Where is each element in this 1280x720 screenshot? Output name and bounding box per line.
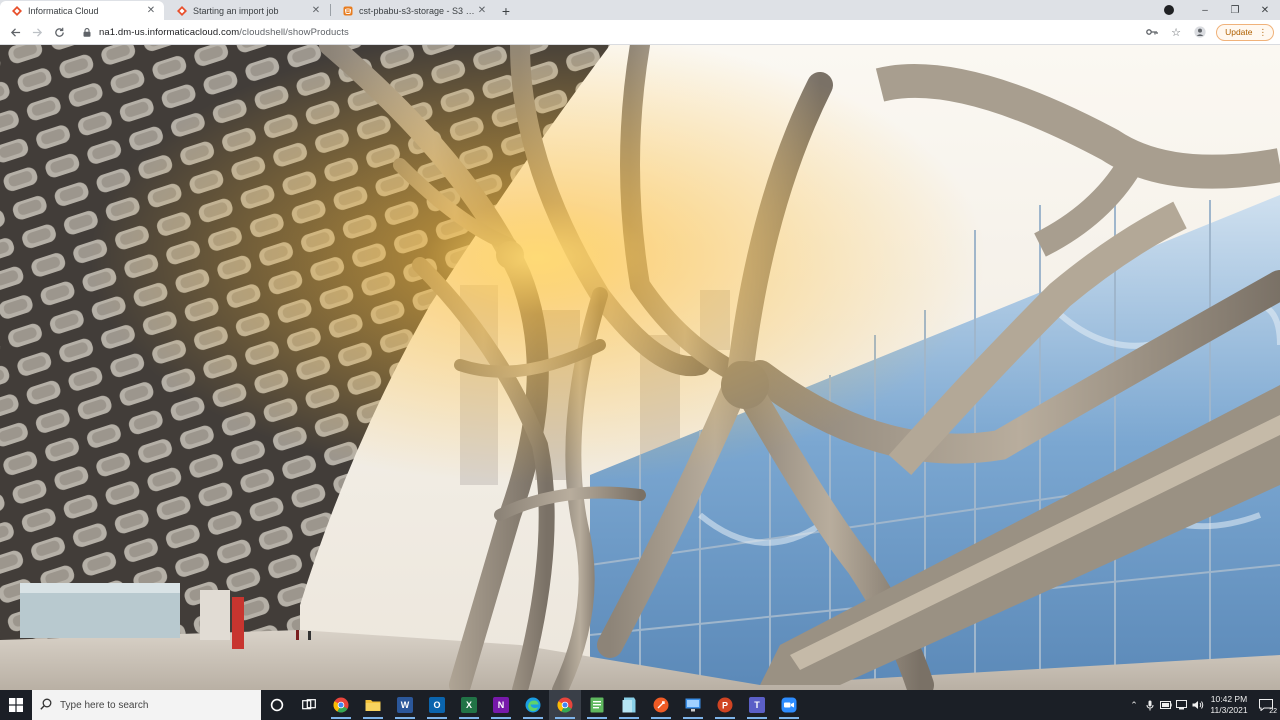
search-icon bbox=[40, 698, 52, 713]
aws-s3-icon bbox=[343, 6, 353, 16]
taskbar-clock[interactable]: 10:42 PM 11/3/2021 bbox=[1206, 694, 1252, 716]
tab-title: Starting an import job bbox=[193, 5, 279, 16]
architecture-photo bbox=[0, 45, 1280, 690]
tab-search-icon[interactable] bbox=[1164, 5, 1174, 15]
close-window-icon[interactable]: ✕ bbox=[1250, 0, 1280, 20]
lock-icon[interactable] bbox=[82, 27, 91, 37]
notepad-icon[interactable] bbox=[581, 690, 613, 720]
toolbar-actions: ☆ Update ⋮ bbox=[1140, 21, 1280, 43]
tab-starting-import-job[interactable]: Starting an import job ✕ bbox=[165, 1, 329, 20]
word-icon[interactable]: W bbox=[389, 690, 421, 720]
taskbar-search-box[interactable]: Type here to search bbox=[32, 690, 261, 720]
reload-icon[interactable] bbox=[48, 21, 70, 43]
powerpoint-icon[interactable]: P bbox=[709, 690, 741, 720]
close-tab-icon[interactable]: ✕ bbox=[146, 5, 156, 16]
chrome-icon[interactable] bbox=[549, 690, 581, 720]
url-path: /cloudshell/showProducts bbox=[239, 26, 349, 38]
tab-title: Informatica Cloud bbox=[28, 5, 99, 16]
clock-time: 10:42 PM bbox=[1210, 694, 1248, 704]
search-placeholder: Type here to search bbox=[60, 699, 149, 711]
chevron-up-icon[interactable]: ⌃ bbox=[1126, 690, 1142, 720]
restore-icon[interactable]: ❐ bbox=[1220, 0, 1250, 20]
excel-icon[interactable]: X bbox=[453, 690, 485, 720]
new-tab-button[interactable]: + bbox=[496, 1, 516, 20]
windows-taskbar: Type here to search W O X N P T ⌃ 10:42 … bbox=[0, 690, 1280, 720]
notification-count: 22 bbox=[1269, 708, 1277, 715]
task-view-icon[interactable] bbox=[293, 690, 325, 720]
informatica-icon bbox=[177, 5, 187, 16]
teams-icon[interactable]: T bbox=[741, 690, 773, 720]
star-icon[interactable]: ☆ bbox=[1164, 21, 1188, 43]
tab-title: cst-pbabu-s3-storage - S3 bucke bbox=[359, 5, 477, 16]
close-tab-icon[interactable]: ✕ bbox=[311, 5, 321, 16]
postman-icon[interactable] bbox=[645, 690, 677, 720]
window-controls: – ❐ ✕ bbox=[1164, 0, 1280, 20]
onenote-icon[interactable]: N bbox=[485, 690, 517, 720]
sticky-icon[interactable] bbox=[613, 690, 645, 720]
svg-text:P: P bbox=[722, 701, 728, 711]
close-tab-icon[interactable]: ✕ bbox=[477, 5, 487, 16]
url-text: na1.dm-us.informaticacloud.com/cloudshel… bbox=[99, 27, 349, 38]
minimize-icon[interactable]: – bbox=[1190, 0, 1220, 20]
volume-icon[interactable] bbox=[1190, 690, 1206, 720]
browser-tab-strip: Informatica Cloud ✕ Starting an import j… bbox=[0, 0, 1280, 20]
url-host: na1.dm-us.informaticacloud.com bbox=[99, 26, 240, 38]
edge-icon[interactable] bbox=[517, 690, 549, 720]
back-icon[interactable] bbox=[4, 21, 26, 43]
address-bar[interactable]: na1.dm-us.informaticacloud.com/cloudshel… bbox=[76, 23, 1140, 42]
tab-s3-bucket[interactable]: cst-pbabu-s3-storage - S3 bucke ✕ bbox=[331, 1, 495, 20]
forward-icon[interactable] bbox=[26, 21, 48, 43]
windows-start-icon[interactable] bbox=[0, 690, 32, 720]
browser-toolbar: na1.dm-us.informaticacloud.com/cloudshel… bbox=[0, 20, 1280, 45]
network-icon[interactable] bbox=[1174, 690, 1190, 720]
battery-icon[interactable] bbox=[1158, 690, 1174, 720]
update-button[interactable]: Update ⋮ bbox=[1216, 23, 1274, 41]
key-icon[interactable] bbox=[1140, 21, 1164, 43]
zoom-icon[interactable] bbox=[773, 690, 805, 720]
cortana-icon[interactable] bbox=[261, 690, 293, 720]
update-label: Update bbox=[1225, 27, 1253, 37]
clock-date: 11/3/2021 bbox=[1210, 705, 1248, 715]
system-tray: ⌃ 10:42 PM 11/3/2021 22 bbox=[1126, 690, 1280, 720]
notification-center-icon[interactable]: 22 bbox=[1252, 690, 1280, 720]
page-background-photo bbox=[0, 45, 1280, 690]
informatica-icon bbox=[12, 5, 22, 16]
folder-icon[interactable] bbox=[357, 690, 389, 720]
chrome-icon[interactable] bbox=[325, 690, 357, 720]
tab-informatica-cloud[interactable]: Informatica Cloud ✕ bbox=[0, 1, 164, 20]
remote-desktop-icon[interactable] bbox=[677, 690, 709, 720]
profile-avatar-icon[interactable] bbox=[1188, 21, 1212, 43]
microphone-icon[interactable] bbox=[1142, 690, 1158, 720]
outlook-icon[interactable]: O bbox=[421, 690, 453, 720]
more-vert-icon: ⋮ bbox=[1258, 26, 1268, 37]
